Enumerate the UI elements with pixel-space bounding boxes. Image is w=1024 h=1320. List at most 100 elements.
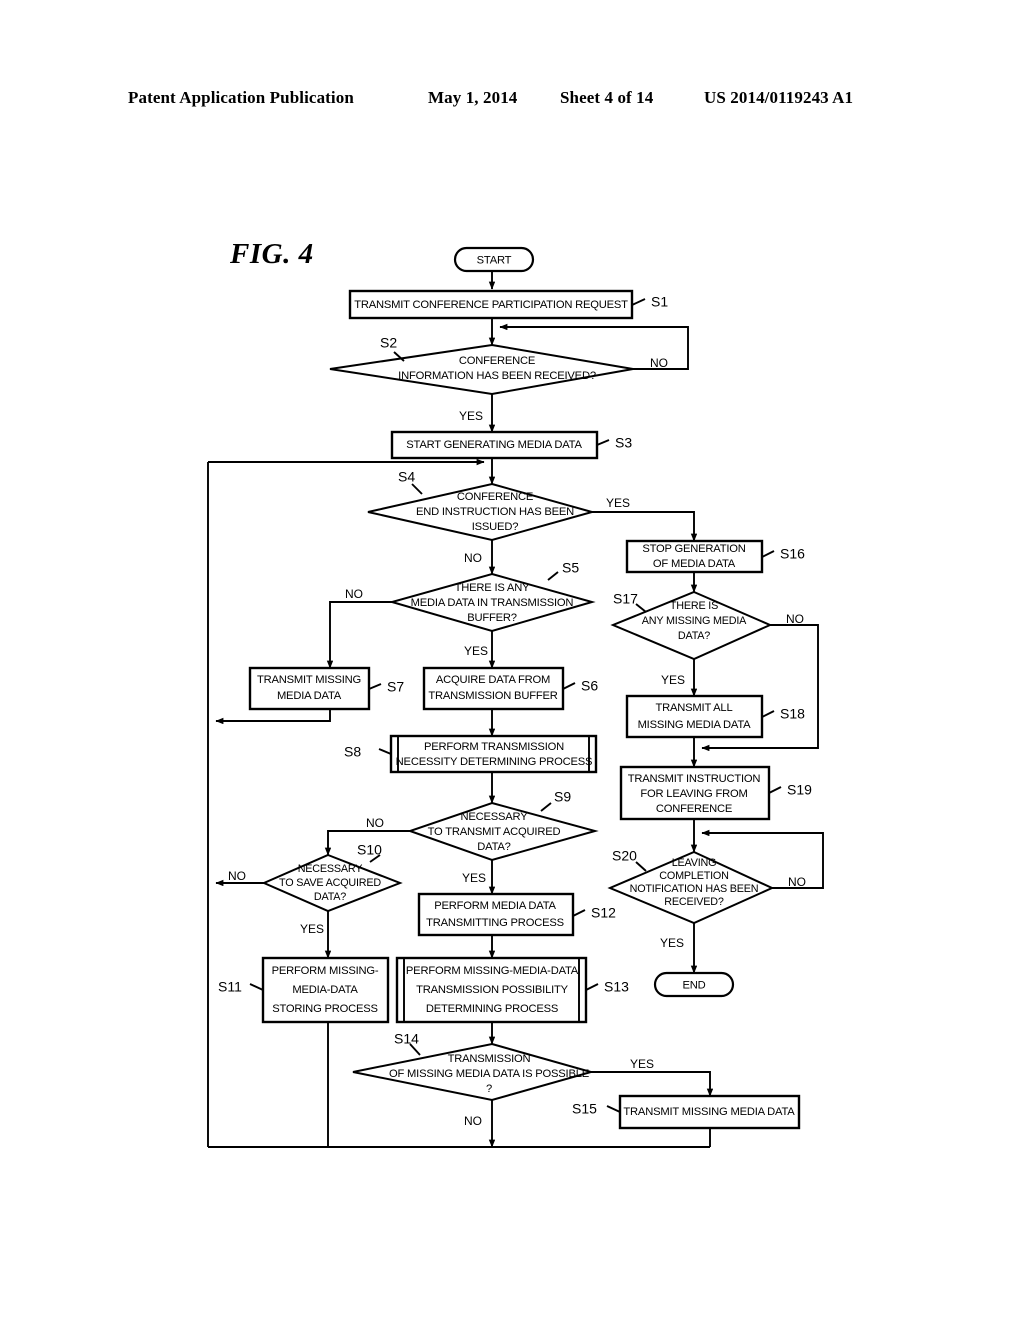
node-s4-no-label: NO <box>464 551 482 565</box>
node-s9-line-2: DATA? <box>477 841 510 853</box>
node-s10-step: S10 <box>357 842 382 858</box>
node-s12: PERFORM MEDIA DATA TRANSMITTING PROCESS … <box>417 892 616 937</box>
node-s14-step: S14 <box>394 1031 419 1047</box>
node-end: END <box>653 971 735 998</box>
node-s11: PERFORM MISSING- MEDIA-DATA STORING PROC… <box>218 956 390 1024</box>
node-s13-line-1: TRANSMISSION POSSIBILITY <box>416 984 569 996</box>
node-s10-line-0: NECESSARY <box>298 863 363 875</box>
node-s18-line-0: TRANSMIT ALL <box>656 702 733 714</box>
node-s12-step: S12 <box>591 905 616 921</box>
node-s5-step: S5 <box>562 560 579 576</box>
node-s17-line-0: THERE IS <box>670 600 718 612</box>
node-s20-line-2: NOTIFICATION HAS BEEN <box>630 883 759 895</box>
node-s7: TRANSMIT MISSING MEDIA DATA S7 <box>248 666 404 711</box>
node-s12-line-1: TRANSMITTING PROCESS <box>426 917 564 929</box>
node-s3-step: S3 <box>615 435 632 451</box>
node-s16-line-1: OF MEDIA DATA <box>653 558 736 570</box>
flowchart-diagram: START TRANSMIT CONFERENCE PARTICIPATION … <box>207 246 824 1148</box>
node-start-label: START <box>477 254 512 266</box>
node-s9: NECESSARY TO TRANSMIT ACQUIRED DATA? S9 … <box>366 789 599 885</box>
node-s10-line-2: DATA? <box>314 891 346 903</box>
node-s11-line-1: MEDIA-DATA <box>292 984 358 996</box>
node-s5-no-label: NO <box>345 587 363 601</box>
node-s15: TRANSMIT MISSING MEDIA DATA S15 <box>572 1094 801 1130</box>
node-s6-line-1: TRANSMISSION BUFFER <box>428 690 557 702</box>
patent-figure-page: Patent Application Publication May 1, 20… <box>0 0 1024 1320</box>
node-s6: ACQUIRE DATA FROM TRANSMISSION BUFFER S6 <box>422 666 598 711</box>
node-s18-step: S18 <box>780 706 805 722</box>
node-s2-line-0: CONFERENCE <box>459 355 535 367</box>
node-s19-line-1: FOR LEAVING FROM <box>640 788 747 800</box>
node-s2-step: S2 <box>380 335 397 351</box>
node-s17-no-label: NO <box>786 612 804 626</box>
node-s14-no-label: NO <box>464 1114 482 1128</box>
node-s14: TRANSMISSION OF MISSING MEDIA DATA IS PO… <box>352 1031 654 1128</box>
node-s9-yes-label: YES <box>462 871 486 885</box>
node-s20-no-label: NO <box>788 875 806 889</box>
node-s5-line-1: MEDIA DATA IN TRANSMISSION <box>411 597 574 609</box>
node-s11-line-2: STORING PROCESS <box>272 1003 378 1015</box>
node-s13-line-2: DETERMINING PROCESS <box>426 1003 558 1015</box>
node-s9-no-label: NO <box>366 816 384 830</box>
node-s20-line-1: COMPLETION <box>659 870 728 882</box>
node-s10-no-label: NO <box>228 869 246 883</box>
node-s19-line-0: TRANSMIT INSTRUCTION <box>628 773 761 785</box>
node-s16-step: S16 <box>780 546 805 562</box>
node-s1-step: S1 <box>651 294 668 310</box>
node-end-label: END <box>682 979 705 991</box>
node-s4-yes-label: YES <box>606 496 630 510</box>
node-s7-line-1: MEDIA DATA <box>277 690 342 702</box>
node-s14-line-2: ? <box>486 1083 492 1095</box>
node-s5: THERE IS ANY MEDIA DATA IN TRANSMISSION … <box>345 560 596 658</box>
node-s2: CONFERENCE INFORMATION HAS BEEN RECEIVED… <box>329 335 668 423</box>
node-s18: TRANSMIT ALL MISSING MEDIA DATA S18 <box>625 694 805 739</box>
node-s14-line-0: TRANSMISSION <box>448 1053 531 1065</box>
node-s3-label: START GENERATING MEDIA DATA <box>406 439 582 451</box>
node-s10-line-1: TO SAVE ACQUIRED <box>279 877 381 889</box>
node-s13-line-0: PERFORM MISSING-MEDIA-DATA <box>406 965 579 977</box>
node-s20-step: S20 <box>612 848 637 864</box>
node-s17-line-2: DATA? <box>678 630 710 642</box>
node-s9-line-0: NECESSARY <box>460 811 528 823</box>
node-s11-line-0: PERFORM MISSING- <box>272 965 379 977</box>
node-s4-line-0: CONFERENCE <box>457 491 533 503</box>
node-s2-no-label: NO <box>650 356 668 370</box>
node-s4-step: S4 <box>398 469 415 485</box>
node-s5-line-2: BUFFER? <box>467 612 517 624</box>
node-s17-line-1: ANY MISSING MEDIA <box>642 615 747 627</box>
node-s2-yes-label: YES <box>459 409 483 423</box>
node-s20-line-3: RECEIVED? <box>664 896 724 908</box>
node-s9-step: S9 <box>554 789 571 805</box>
node-s16: STOP GENERATION OF MEDIA DATA S16 <box>625 539 805 574</box>
node-s5-line-0: THERE IS ANY <box>455 582 530 594</box>
node-s13: PERFORM MISSING-MEDIA-DATA TRANSMISSION … <box>395 956 629 1024</box>
node-s13-step: S13 <box>604 979 629 995</box>
node-s19-step: S19 <box>787 782 812 798</box>
node-s14-yes-label: YES <box>630 1057 654 1071</box>
node-s14-line-1: OF MISSING MEDIA DATA IS POSSIBLE <box>389 1068 589 1080</box>
node-s20-yes-label: YES <box>660 936 684 950</box>
node-s19-line-2: CONFERENCE <box>656 803 732 815</box>
node-s17-step: S17 <box>613 591 638 607</box>
node-s20-line-0: LEAVING <box>672 857 717 869</box>
node-s15-label: TRANSMIT MISSING MEDIA DATA <box>623 1106 795 1118</box>
node-s2-line-1: INFORMATION HAS BEEN RECEIVED? <box>398 370 596 382</box>
node-s9-line-1: TO TRANSMIT ACQUIRED <box>428 826 561 838</box>
node-s5-yes-label: YES <box>464 644 488 658</box>
node-s7-line-0: TRANSMIT MISSING <box>257 674 361 686</box>
node-s8-line-1: NECESSITY DETERMINING PROCESS <box>396 756 593 768</box>
node-s8: PERFORM TRANSMISSION NECESSITY DETERMINI… <box>344 734 598 774</box>
node-s4-line-1: END INSTRUCTION HAS BEEN <box>416 506 574 518</box>
node-s1-label: TRANSMIT CONFERENCE PARTICIPATION REQUES… <box>354 299 628 311</box>
node-s12-line-0: PERFORM MEDIA DATA <box>434 900 556 912</box>
node-s8-step: S8 <box>344 744 361 760</box>
node-s4-line-2: ISSUED? <box>472 521 518 533</box>
node-s15-step: S15 <box>572 1101 597 1117</box>
node-s10: NECESSARY TO SAVE ACQUIRED DATA? S10 NO … <box>228 842 403 936</box>
node-s17: THERE IS ANY MISSING MEDIA DATA? S17 NO … <box>610 591 804 687</box>
node-s4: CONFERENCE END INSTRUCTION HAS BEEN ISSU… <box>367 469 630 565</box>
node-s18-line-1: MISSING MEDIA DATA <box>638 719 752 731</box>
node-s20: LEAVING COMPLETION NOTIFICATION HAS BEEN… <box>607 848 806 950</box>
node-s6-line-0: ACQUIRE DATA FROM <box>436 674 550 686</box>
node-s7-step: S7 <box>387 679 404 695</box>
